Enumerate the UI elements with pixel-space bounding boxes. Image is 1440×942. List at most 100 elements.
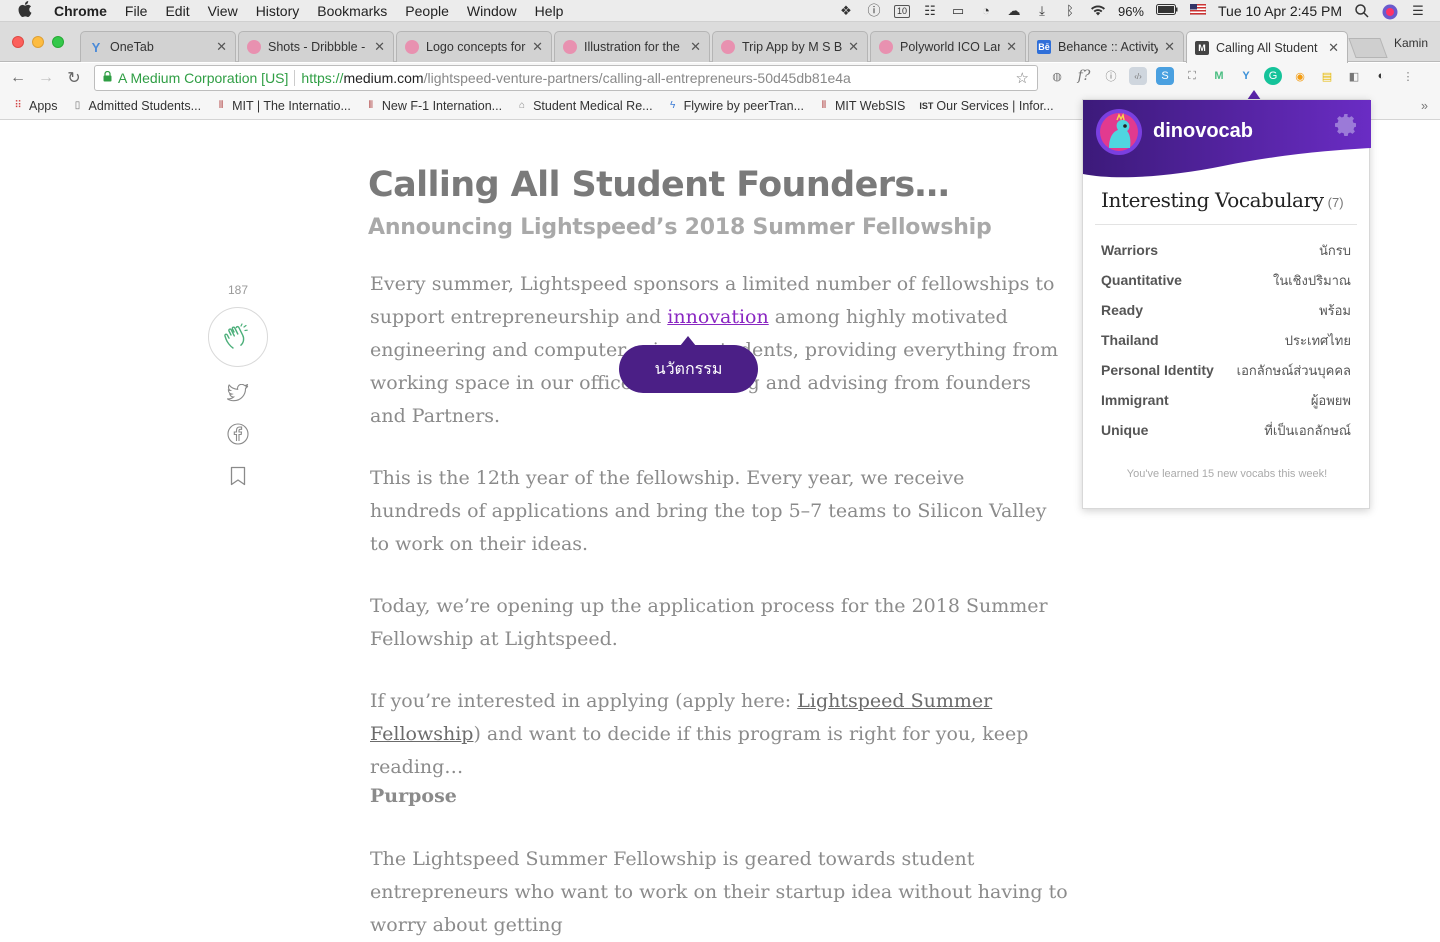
bookmark-label: Student Medical Re... [533,99,653,113]
extension-info-icon[interactable]: ⓘ [1102,67,1120,85]
forward-arrow-icon[interactable]: → [36,69,56,87]
battery-icon[interactable] [1156,4,1178,18]
extension-dinovocab-icon[interactable]: Y [1237,67,1255,85]
wifi-icon[interactable] [1090,4,1106,18]
tab-title: Polyworld ICO Lan [900,40,1001,54]
omnibox-divider [294,70,296,86]
bookmark-star-icon[interactable]: ☆ [1016,69,1029,87]
bluetooth-icon[interactable]: ᛒ [1062,4,1078,18]
bookmark-mit-websis[interactable]: ⦀ MIT WebSIS [818,99,906,113]
article-paragraph-5: The Lightspeed Summer Fellowship is gear… [370,848,1068,936]
profile-name[interactable]: Kamin [1394,36,1428,50]
vocab-row[interactable]: Immigrant ผู้อพยพ [1101,385,1351,415]
twitter-share-icon[interactable] [226,381,250,405]
bookmark-admitted-students[interactable]: ▯ Admitted Students... [72,99,201,113]
highlighted-word-link[interactable]: innovation [667,306,768,328]
tab-close-icon[interactable]: ✕ [374,39,385,55]
tab-logo-concepts[interactable]: Logo concepts for ✕ [396,31,552,62]
menu-bookmarks[interactable]: Bookmarks [317,3,387,19]
menu-edit[interactable]: Edit [165,3,189,19]
calendar-icon[interactable]: 10 [893,4,910,18]
tab-close-icon[interactable]: ✕ [690,39,701,55]
window-minimize-button[interactable] [32,36,44,48]
menu-view[interactable]: View [208,3,238,19]
window-close-button[interactable] [12,36,24,48]
extension-code-icon[interactable]: ‹/› [1129,67,1147,85]
tab-close-icon[interactable]: ✕ [216,39,227,55]
extension-crop-icon[interactable]: ⛶ [1183,67,1201,85]
tab-behance[interactable]: Bē Behance :: Activity ✕ [1028,31,1184,62]
new-tab-button[interactable] [1348,38,1388,58]
tab-onetab[interactable]: Y OneTab ✕ [80,31,236,62]
menu-window[interactable]: Window [467,3,517,19]
siri-icon[interactable] [1382,4,1398,20]
menu-history[interactable]: History [256,3,300,19]
monitor-icon[interactable]: ▭ [950,4,966,18]
tab-close-icon[interactable]: ✕ [1328,40,1339,56]
menu-people[interactable]: People [405,3,449,19]
window-zoom-button[interactable] [52,36,64,48]
extension-m-icon[interactable]: M [1210,67,1228,85]
reload-icon[interactable]: ↻ [64,68,84,88]
menu-help[interactable]: Help [535,3,564,19]
us-flag-icon[interactable] [1189,3,1207,18]
tab-close-icon[interactable]: ✕ [1006,39,1017,55]
extension-rss-icon[interactable]: ◉ [1291,67,1309,85]
extension-fonts-icon[interactable]: f? [1075,67,1093,85]
bookmark-apps[interactable]: ⠿ Apps [12,99,57,113]
vocab-translation: ในเชิงปริมาณ [1272,273,1351,289]
address-bar[interactable]: A Medium Corporation [US] https:// mediu… [94,65,1038,91]
dropbox-icon[interactable]: ❖ [838,4,854,18]
cloud-icon[interactable]: ☁ [1006,4,1022,18]
vocab-word: Personal Identity [1101,362,1214,378]
bookmark-our-services[interactable]: IST Our Services | Infor... [919,99,1053,113]
notification-center-icon[interactable]: ☰ [1410,4,1426,18]
tab-close-icon[interactable]: ✕ [1164,39,1175,55]
settings-gear-icon[interactable] [1333,112,1359,138]
bookmark-icon[interactable] [226,464,250,488]
chrome-menu-icon[interactable]: ⋮ [1399,67,1417,85]
gauge-icon[interactable]: ◔ [978,4,994,18]
tab-illustration[interactable]: Illustration for the ✕ [554,31,710,62]
extension-grammarly-icon[interactable]: G [1264,67,1282,85]
menu-file[interactable]: File [125,3,148,19]
onepassword-icon[interactable]: ⓘ [866,4,882,18]
menu-app-name[interactable]: Chrome [54,3,107,19]
tab-calling-all-students[interactable]: M Calling All Student ✕ [1186,31,1348,63]
clap-button[interactable] [208,307,268,367]
facebook-share-icon[interactable] [226,422,250,446]
extension-globe-icon[interactable]: ◍ [1048,67,1066,85]
vocab-row[interactable]: Ready พร้อม [1101,295,1351,325]
tab-close-icon[interactable]: ✕ [532,39,543,55]
vocab-row[interactable]: Thailand ประเทศไทย [1101,325,1351,355]
tab-trip-app[interactable]: Trip App by M S B ✕ [712,31,868,62]
lock-icon[interactable] [103,70,112,85]
clock[interactable]: Tue 10 Apr 2:45 PM [1218,3,1342,19]
bookmark-mit-international[interactable]: ⦀ MIT | The Internatio... [215,99,351,113]
article-paragraph-2: This is the 12th year of the fellowship.… [370,467,1047,555]
secure-origin-label[interactable]: A Medium Corporation [US] [118,70,288,86]
translation-tooltip[interactable]: นวัตกรรม [619,336,758,393]
extension-ghostery-icon[interactable]: ◐ [1372,67,1390,85]
tab-dribbble-shots[interactable]: Shots - Dribbble - ✕ [238,31,394,62]
extension-screenshot-icon[interactable]: S [1156,67,1174,85]
apple-menu-icon[interactable] [18,0,38,21]
bookmark-flywire[interactable]: ϟ Flywire by peerTran... [667,99,804,113]
vocab-row[interactable]: Unique ที่เป็นเอกลักษณ์ [1101,415,1351,445]
vocab-row[interactable]: Quantitative ในเชิงปริมาณ [1101,265,1351,295]
list-icon[interactable]: ☷ [922,4,938,18]
bookmark-label: Flywire by peerTran... [683,99,804,113]
bookmark-new-f1[interactable]: ⦀ New F-1 Internation... [365,99,502,113]
vocab-translation: ประเทศไทย [1284,333,1351,349]
bookmark-student-medical[interactable]: ⌂ Student Medical Re... [516,99,653,113]
back-arrow-icon[interactable]: ← [8,69,28,87]
download-icon[interactable]: ⤓ [1034,4,1050,18]
extension-save-icon[interactable]: ◧ [1345,67,1363,85]
vocab-row[interactable]: Personal Identity เอกลักษณ์ส่วนบุคคล [1101,355,1351,385]
extension-note-icon[interactable]: ▤ [1318,67,1336,85]
spotlight-search-icon[interactable] [1354,4,1370,18]
tab-polyworld[interactable]: Polyworld ICO Lan ✕ [870,31,1026,62]
bookmarks-overflow-icon[interactable]: » [1421,99,1428,113]
tab-close-icon[interactable]: ✕ [848,39,859,55]
vocab-row[interactable]: Warriors นักรบ [1101,235,1351,265]
